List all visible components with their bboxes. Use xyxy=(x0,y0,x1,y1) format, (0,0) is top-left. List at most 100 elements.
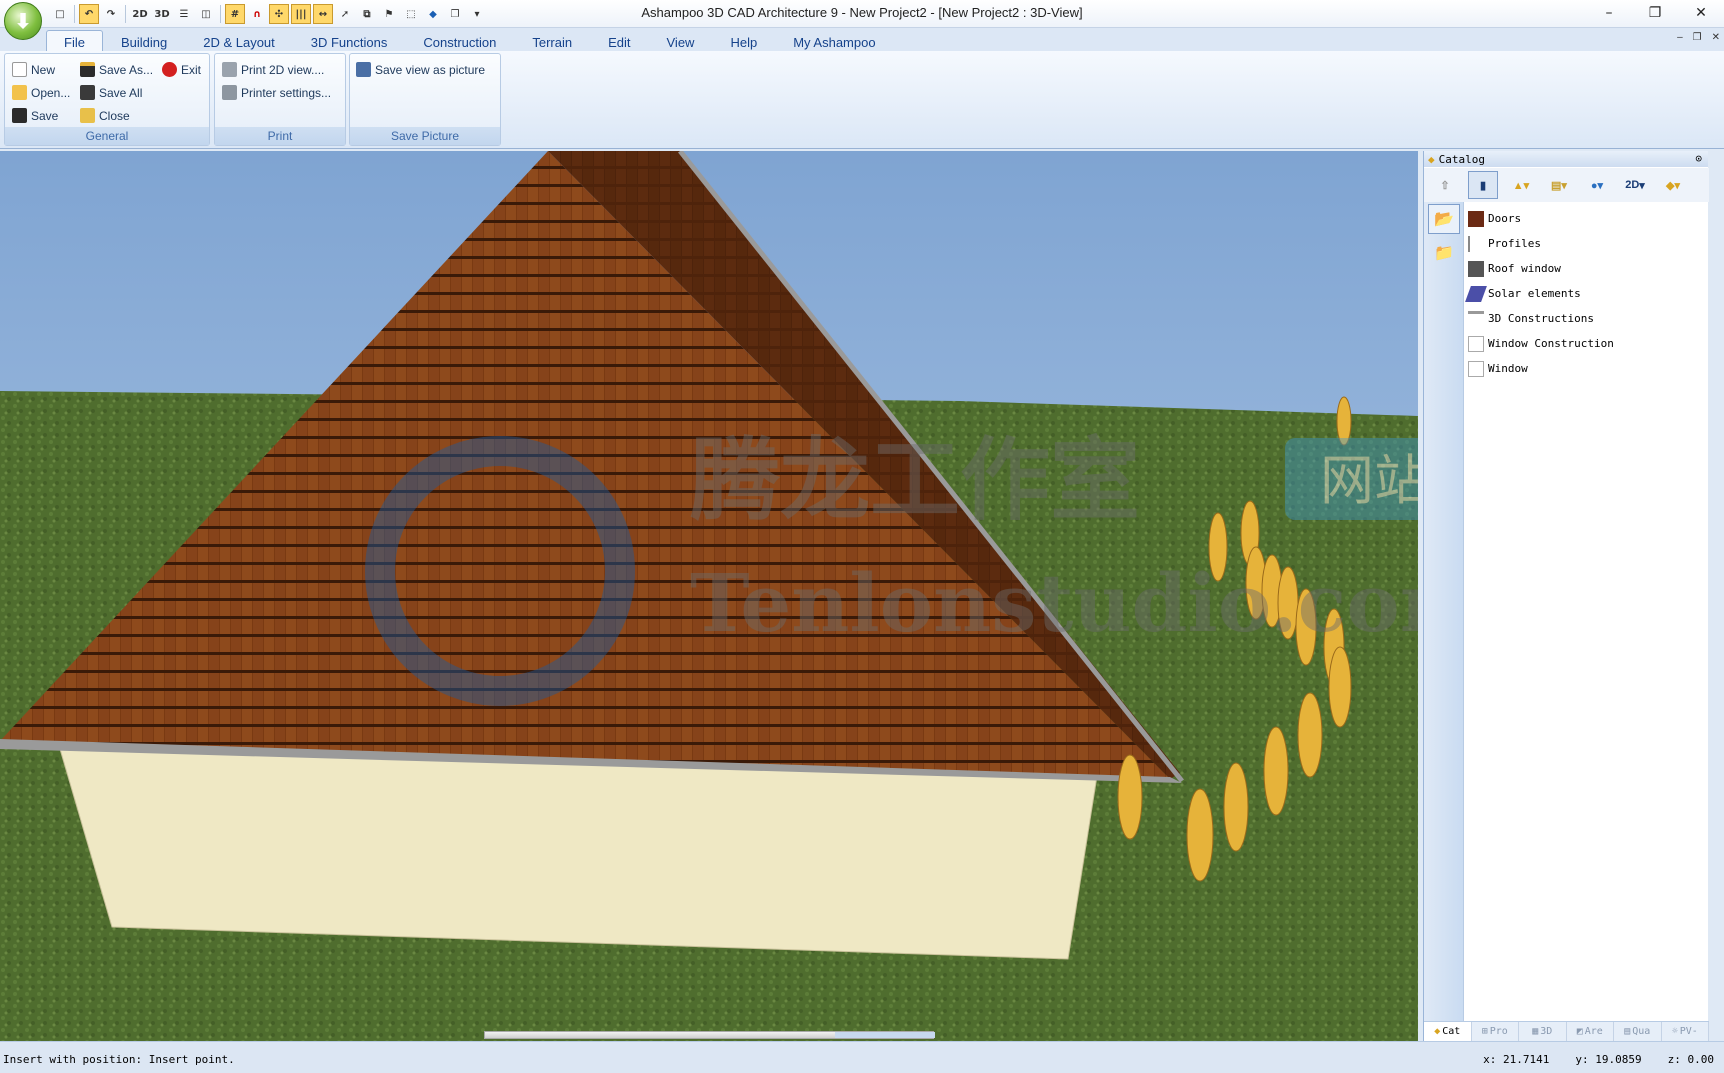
tab-3d-functions[interactable]: 3D Functions xyxy=(293,30,406,53)
window-controls: – ❐ ✕ xyxy=(1586,0,1724,26)
window-icon xyxy=(1468,360,1484,377)
save-view-as-picture-button[interactable]: Save view as picture xyxy=(356,62,485,77)
save-disk-icon xyxy=(12,108,27,123)
group-save-picture-label: Save Picture xyxy=(350,127,500,145)
application-menu-button[interactable]: ⬇ xyxy=(4,2,42,40)
watermark-en: Tenlonstudio.com xyxy=(690,556,1418,650)
grid-tab-icon: ▦ xyxy=(1532,1026,1539,1037)
list-item[interactable]: Window xyxy=(1468,356,1614,381)
horizontal-scrollbar[interactable] xyxy=(484,1031,935,1039)
tab-quantity[interactable]: ▤ Qua xyxy=(1614,1022,1662,1041)
status-message: Insert with position: Insert point. xyxy=(3,1053,235,1066)
printer-icon xyxy=(222,62,237,77)
doc-restore-icon[interactable]: ❐ xyxy=(1693,32,1702,43)
catalog-globe-icon[interactable]: ●▾ xyxy=(1582,171,1612,199)
tab-view[interactable]: View xyxy=(649,30,713,53)
project-tab-icon: ⊞ xyxy=(1481,1026,1488,1037)
coord-x: x: 21.7141 xyxy=(1483,1053,1550,1066)
save-all-label: Save All xyxy=(99,85,143,100)
exit-label: Exit xyxy=(181,62,202,77)
minimize-button[interactable]: – xyxy=(1586,0,1632,26)
tab-building[interactable]: Building xyxy=(103,30,185,53)
catalog-2d-label: 2D xyxy=(1625,179,1640,191)
catalog-tree: Doors Profiles Roof window Solar element… xyxy=(1465,206,1614,381)
close-folder-icon xyxy=(80,108,95,123)
print-2d-view-button[interactable]: Print 2D view.... xyxy=(222,62,324,77)
solar-panel-icon xyxy=(1465,285,1487,302)
exit-button[interactable]: Exit xyxy=(162,62,201,77)
tab-terrain[interactable]: Terrain xyxy=(514,30,590,53)
tree-item-label: Doors xyxy=(1488,212,1522,225)
tab-file[interactable]: File xyxy=(46,30,103,53)
ribbon: New Open... Save Save As... Save All Clo… xyxy=(0,51,1724,149)
window-construction-icon xyxy=(1468,335,1484,352)
ribbon-tabs-bar: File Building 2D & Layout 3D Functions C… xyxy=(0,28,1724,53)
3d-viewport[interactable]: 腾龙工作室 网站 Tenlonstudio.com xyxy=(0,151,1418,1041)
area-tab-icon: ◩ xyxy=(1576,1026,1583,1037)
group-general-label: General xyxy=(5,127,209,145)
catalog-panel: ◆ Catalog ⊙ ⇧ ▮ ▲▾ ▤▾ ●▾ 2D ▾ ◆▾ 📂 📁 Door… xyxy=(1423,151,1709,1041)
catalog-tab-icon: ◆ xyxy=(1434,1026,1441,1037)
open-button[interactable]: Open... xyxy=(12,85,70,100)
tab-2d-layout[interactable]: 2D & Layout xyxy=(185,30,293,53)
pin-icon[interactable]: ⊙ xyxy=(1695,152,1702,165)
print-2d-view-label: Print 2D view.... xyxy=(241,62,325,77)
catalog-more-icon[interactable]: ◆▾ xyxy=(1658,171,1688,199)
save-as-button[interactable]: Save As... xyxy=(80,62,153,77)
quantity-tab-icon: ▤ xyxy=(1624,1026,1631,1037)
catalog-2d-button[interactable]: 2D ▾ xyxy=(1620,171,1650,199)
catalog-doors-icon[interactable]: ▮ xyxy=(1468,171,1498,199)
tab-pv[interactable]: ☼ PV- xyxy=(1662,1022,1709,1041)
profile-icon xyxy=(1468,235,1484,252)
doc-minimize-icon[interactable]: – xyxy=(1677,32,1683,43)
tab-project[interactable]: ⊞ Pro xyxy=(1472,1022,1519,1041)
catalog-folder-side-icon[interactable]: 📂 xyxy=(1428,204,1460,234)
save-as-label: Save As... xyxy=(99,62,154,77)
catalog-folder-alt-icon[interactable]: 📁 xyxy=(1428,238,1460,268)
list-item[interactable]: 3D Constructions xyxy=(1468,306,1614,331)
tab-label: Are xyxy=(1584,1026,1603,1037)
tab-label: Cat xyxy=(1442,1026,1461,1037)
tree-item-label: Window Construction xyxy=(1488,337,1614,350)
tab-help[interactable]: Help xyxy=(712,30,775,53)
coord-z: z: 0.00 xyxy=(1667,1053,1714,1066)
list-item[interactable]: Doors xyxy=(1468,206,1614,231)
tab-label: 3D xyxy=(1540,1026,1553,1037)
house-wall xyxy=(59,748,1098,960)
tab-construction[interactable]: Construction xyxy=(405,30,514,53)
watermark-badge-text: 网站 xyxy=(1320,449,1418,512)
save-as-icon xyxy=(80,62,95,77)
down-arrow-icon: ⬇ xyxy=(14,10,32,33)
new-button[interactable]: New xyxy=(12,62,55,77)
list-item[interactable]: Roof window xyxy=(1468,256,1614,281)
tab-my-ashampoo[interactable]: My Ashampoo xyxy=(775,30,893,53)
list-item[interactable]: Window Construction xyxy=(1468,331,1614,356)
catalog-stairs-icon[interactable]: ▤▾ xyxy=(1544,171,1574,199)
list-item[interactable]: Profiles xyxy=(1468,231,1614,256)
save-all-button[interactable]: Save All xyxy=(80,85,142,100)
tab-3d[interactable]: ▦ 3D xyxy=(1519,1022,1567,1041)
coord-y: y: 19.0859 xyxy=(1575,1053,1642,1066)
power-icon xyxy=(162,62,177,77)
tab-edit[interactable]: Edit xyxy=(590,30,648,53)
catalog-sidebar: 📂 📁 xyxy=(1424,202,1464,1022)
doc-close-icon[interactable]: ✕ xyxy=(1712,32,1720,43)
restore-button[interactable]: ❐ xyxy=(1632,0,1678,26)
sun-tab-icon: ☼ xyxy=(1671,1026,1678,1037)
close-button[interactable]: Close xyxy=(80,108,130,123)
picture-icon xyxy=(356,62,371,77)
catalog-roof-icon[interactable]: ▲▾ xyxy=(1506,171,1536,199)
window-title: Ashampoo 3D CAD Architecture 9 - New Pro… xyxy=(641,5,1083,20)
printer-settings-button[interactable]: Printer settings... xyxy=(222,85,331,100)
catalog-toolbar: ⇧ ▮ ▲▾ ▤▾ ●▾ 2D ▾ ◆▾ xyxy=(1424,168,1709,202)
ribbon-tabs: File Building 2D & Layout 3D Functions C… xyxy=(46,30,894,53)
tab-catalog[interactable]: ◆ Cat xyxy=(1424,1022,1472,1041)
list-item[interactable]: Solar elements xyxy=(1465,281,1614,306)
roof-window-icon xyxy=(1468,260,1484,277)
save-button[interactable]: Save xyxy=(12,108,58,123)
close-button[interactable]: ✕ xyxy=(1678,0,1724,26)
scrollbar-thumb[interactable] xyxy=(835,1032,935,1038)
catalog-up-icon[interactable]: ⇧ xyxy=(1430,171,1460,199)
catalog-header: ◆ Catalog ⊙ xyxy=(1424,151,1708,167)
tab-area[interactable]: ◩ Are xyxy=(1567,1022,1614,1041)
